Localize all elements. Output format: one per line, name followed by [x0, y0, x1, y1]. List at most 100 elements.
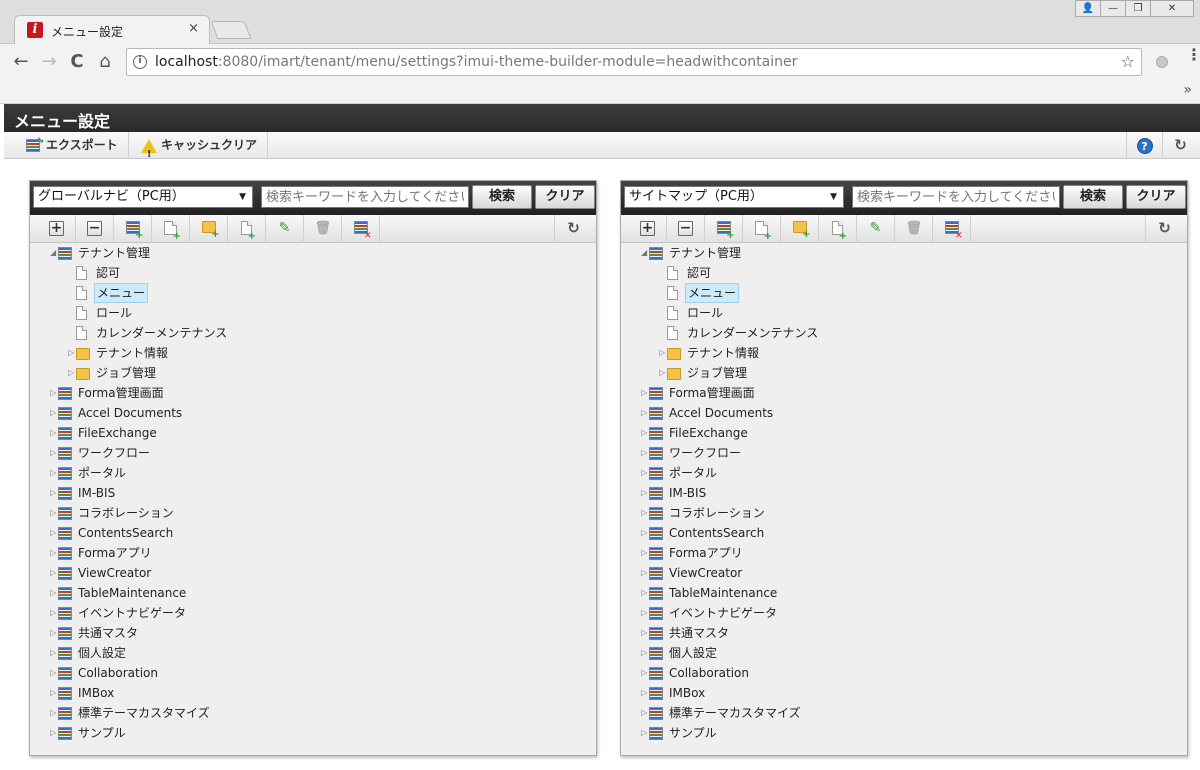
tree-node-label: FileExchange — [669, 426, 748, 440]
tree-node-label: Accel Documents — [669, 406, 774, 420]
add-file-icon: + — [241, 221, 256, 242]
expand-all-button[interactable]: + — [38, 215, 76, 243]
add-menu-button[interactable]: + — [114, 215, 152, 243]
menu-group-icon — [58, 506, 72, 526]
search-input[interactable] — [852, 186, 1060, 208]
page-icon — [76, 306, 87, 326]
cache-clear-button[interactable]: キャッシュクリア — [131, 132, 269, 168]
add-file-button[interactable]: + — [228, 215, 266, 243]
export-icon: ↘ — [26, 136, 44, 153]
tree-node-label: イベントナビゲータ — [78, 606, 187, 620]
tree-node-label: ジョブ管理 — [96, 366, 157, 380]
tree-node-label: 標準テーマカスタマイズ — [669, 706, 801, 720]
home-button[interactable]: ⌂ — [94, 51, 116, 73]
tree-node-label: Forma管理画面 — [669, 386, 755, 400]
add-menu-button[interactable]: + — [705, 215, 743, 243]
tree-node-label: ロール — [687, 306, 724, 320]
menu-group-icon — [58, 686, 72, 706]
tree-refresh-button[interactable]: ↻ — [554, 215, 592, 243]
tree-node-label: Collaboration — [78, 666, 158, 680]
search-input[interactable] — [261, 186, 469, 208]
panel-header: サイトマップ（PC用） ▼ 検索 クリア — [621, 181, 1187, 215]
menu-group-icon — [58, 646, 72, 666]
panel-header: グローバルナビ（PC用） ▼ 検索 クリア — [30, 181, 596, 215]
browser-tab[interactable]: i メニュー設定 × — [14, 15, 210, 44]
search-button[interactable]: 検索 — [1063, 185, 1123, 209]
menu-group-icon — [58, 666, 72, 686]
tree-node-label: ワークフロー — [669, 446, 742, 460]
collapse-all-button[interactable]: − — [76, 215, 114, 243]
tree-node-label: ワークフロー — [78, 446, 151, 460]
reload-button[interactable]: C — [66, 51, 88, 73]
back-button[interactable]: ← — [10, 51, 32, 73]
browser-menu-icon[interactable]: ⋮ — [1186, 47, 1200, 63]
add-page-icon: + — [755, 221, 772, 242]
user-icon[interactable]: 👤 — [1075, 0, 1101, 17]
minimize-button[interactable]: — — [1100, 0, 1126, 17]
menu-group-icon — [649, 606, 663, 626]
add-page-button[interactable]: + — [152, 215, 190, 243]
page-icon — [667, 286, 678, 306]
bookmarks-overflow-icon[interactable]: » — [1183, 82, 1192, 98]
page-toolbar: ↘エクスポート キャッシュクリア ? ↻ — [4, 132, 1200, 168]
new-tab-button[interactable] — [210, 21, 252, 39]
edit-button[interactable]: ✎ — [266, 215, 304, 243]
add-menu-icon: + — [716, 221, 735, 241]
export-button[interactable]: ↘ エクスポート — [16, 132, 129, 159]
delete-menu-button[interactable]: ✕ — [342, 215, 380, 243]
menu-group-icon — [649, 526, 663, 546]
tree-node-label: ロール — [96, 306, 133, 320]
tree-node-label: コラボレーション — [669, 506, 765, 520]
forward-button[interactable]: → — [38, 51, 60, 73]
page-header: メニュー設定 — [4, 104, 1200, 132]
tree-node-label: サンプル — [78, 726, 126, 740]
plus-icon: + — [640, 220, 655, 236]
menu-panel-sitemap: サイトマップ（PC用） ▼ 検索 クリア + − + + + + ✎ 🗑 ✕ ↻… — [620, 180, 1188, 756]
chevron-down-icon: ▼ — [239, 192, 246, 202]
tree-node-label: 個人設定 — [669, 646, 718, 660]
tree-node-label: ContentsSearch — [78, 526, 174, 540]
tree-node-label: Accel Documents — [78, 406, 183, 420]
search-button[interactable]: 検索 — [472, 185, 532, 209]
menu-group-icon — [649, 406, 663, 426]
help-button[interactable]: ? — [1126, 132, 1162, 159]
add-file-button[interactable]: + — [819, 215, 857, 243]
minus-icon: − — [87, 220, 102, 236]
expand-all-button[interactable]: + — [629, 215, 667, 243]
menu-group-icon — [649, 626, 663, 646]
maximize-button[interactable]: ❐ — [1125, 0, 1151, 17]
tree-node-label: テナント管理 — [78, 246, 151, 260]
add-page-button[interactable]: + — [743, 215, 781, 243]
menu-type-select[interactable]: サイトマップ（PC用） ▼ — [624, 186, 844, 208]
close-window-button[interactable]: ✕ — [1150, 0, 1194, 17]
page-refresh-button[interactable]: ↻ — [1162, 132, 1198, 159]
clear-button[interactable]: クリア — [1126, 185, 1186, 209]
edit-button[interactable]: ✎ — [857, 215, 895, 243]
bookmark-star-icon[interactable]: ☆ — [1121, 52, 1135, 71]
add-folder-button[interactable]: + — [190, 215, 228, 243]
delete-menu-button[interactable]: ✕ — [933, 215, 971, 243]
add-menu-icon: + — [125, 221, 144, 241]
tree-node-label: FileExchange — [78, 426, 157, 440]
clear-button[interactable]: クリア — [535, 185, 595, 209]
plus-icon: + — [49, 220, 64, 236]
url-input[interactable]: i localhost:8080/imart/tenant/menu/setti… — [126, 48, 1142, 76]
tree-node-label: Collaboration — [669, 666, 749, 680]
tab-close-icon[interactable]: × — [188, 21, 199, 36]
warning-icon — [141, 138, 157, 168]
collapse-all-button[interactable]: − — [667, 215, 705, 243]
extension-icon[interactable] — [1156, 56, 1168, 68]
menu-group-icon — [649, 646, 663, 666]
add-folder-button[interactable]: + — [781, 215, 819, 243]
menu-type-select[interactable]: グローバルナビ（PC用） ▼ — [33, 186, 253, 208]
tree-refresh-button[interactable]: ↻ — [1145, 215, 1183, 243]
delete-button[interactable]: 🗑 — [304, 215, 342, 243]
trash-icon: 🗑 — [905, 221, 923, 236]
page-icon — [667, 306, 678, 326]
tree-node-label: ViewCreator — [78, 566, 152, 580]
menu-group-icon — [649, 586, 663, 606]
menu-group-icon — [58, 486, 72, 506]
delete-button[interactable]: 🗑 — [895, 215, 933, 243]
tree-node-label: ViewCreator — [669, 566, 743, 580]
site-info-icon[interactable]: i — [133, 55, 147, 69]
